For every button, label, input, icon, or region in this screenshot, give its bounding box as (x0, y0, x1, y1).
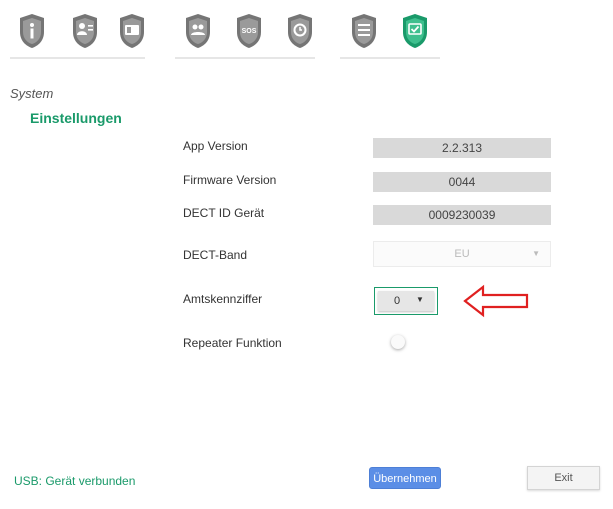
repeater-label: Repeater Funktion (183, 336, 282, 350)
dect-id-label: DECT ID Gerät (183, 206, 265, 220)
contacts-icon[interactable] (183, 12, 213, 50)
chevron-down-icon: ▼ (532, 249, 540, 258)
system-check-icon[interactable] (400, 12, 430, 50)
amtskennziffer-dropdown[interactable]: 0 ▼ (378, 291, 434, 311)
divider (10, 57, 145, 59)
app-version-label: App Version (183, 139, 248, 153)
amtskennziffer-label: Amtskennziffer (183, 292, 263, 306)
apply-button[interactable]: Übernehmen (369, 467, 441, 489)
chevron-down-icon: ▼ (416, 295, 424, 304)
app-version-value: 2.2.313 (373, 138, 551, 158)
sos-icon[interactable]: SOS (234, 12, 264, 50)
alarm-clock-icon[interactable] (285, 12, 315, 50)
amtskennziffer-select[interactable]: 0 ▼ (374, 287, 438, 315)
usb-status: USB: Gerät verbunden (14, 474, 136, 488)
section-title: System (10, 86, 54, 101)
settings-list-icon[interactable] (349, 12, 379, 50)
divider (175, 57, 315, 59)
dect-id-value: 0009230039 (373, 205, 551, 225)
firmware-version-label: Firmware Version (183, 173, 277, 187)
firmware-version-value: 0044 (373, 172, 551, 192)
dect-band-value: EU (454, 248, 470, 260)
divider (340, 57, 440, 59)
dect-band-select: EU ▼ (373, 241, 551, 267)
user-card-icon[interactable] (70, 12, 100, 50)
exit-button[interactable]: Exit (527, 466, 600, 490)
annotation-arrow-icon (463, 284, 529, 318)
info-icon[interactable] (17, 12, 47, 50)
dect-band-label: DECT-Band (183, 248, 248, 262)
repeater-toggle[interactable] (391, 335, 405, 349)
subsection-title: Einstellungen (30, 110, 122, 126)
amtskennziffer-value: 0 (394, 295, 401, 307)
phone-card-icon[interactable] (117, 12, 147, 50)
toolbar: SOS (0, 0, 613, 68)
svg-text:SOS: SOS (242, 28, 257, 35)
